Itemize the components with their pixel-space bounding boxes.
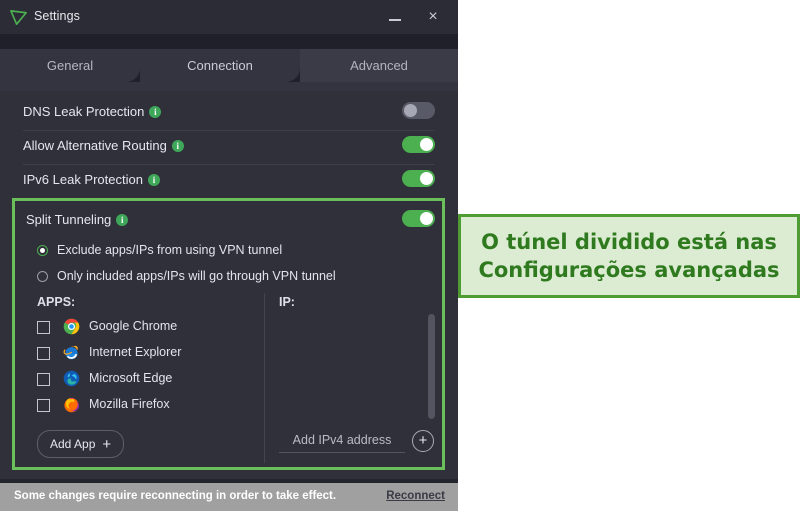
split-tunneling-label: Split Tunneling i bbox=[26, 212, 129, 227]
annotation-text: O túnel dividido está nas Configurações … bbox=[478, 229, 780, 282]
add-ipv4-plus-button[interactable]: + bbox=[412, 430, 434, 452]
radio-label-exclude: Exclude apps/IPs from using VPN tunnel bbox=[57, 243, 283, 257]
app-list-item[interactable]: Internet Explorer bbox=[37, 343, 247, 369]
radio-label-include-only: Only included apps/IPs will go through V… bbox=[57, 269, 336, 283]
tab-connection[interactable]: Connection bbox=[140, 49, 300, 82]
add-app-label: Add App bbox=[50, 437, 96, 451]
radio-button-icon bbox=[37, 271, 48, 282]
app-list-item[interactable]: Mozilla Firefox bbox=[37, 395, 247, 421]
checkbox-internet-explorer[interactable] bbox=[37, 347, 50, 360]
ip-list-scrollbar[interactable] bbox=[428, 314, 435, 422]
setting-label-allow-alternative-routing: Allow Alternative Routing i bbox=[23, 138, 184, 153]
toggle-split-tunneling[interactable] bbox=[402, 210, 435, 227]
tab-general[interactable]: General bbox=[0, 49, 140, 82]
ip-list-scrollbar-thumb[interactable] bbox=[428, 314, 435, 419]
app-label-microsoft-edge: Microsoft Edge bbox=[89, 371, 173, 385]
app-list-item[interactable]: Google Chrome bbox=[37, 317, 247, 343]
toggle-ipv6-leak-protection[interactable] bbox=[402, 170, 435, 187]
add-ipv4-address-input[interactable]: Add IPv4 address bbox=[279, 433, 405, 453]
minimize-icon bbox=[389, 19, 401, 21]
setting-row-dns-leak-protection[interactable]: DNS Leak Protection i bbox=[23, 97, 435, 130]
setting-label-dns-leak-protection: DNS Leak Protection i bbox=[23, 104, 162, 119]
toggle-knob bbox=[420, 138, 433, 151]
app-label-internet-explorer: Internet Explorer bbox=[89, 345, 182, 359]
tab-bar: General Connection Advanced bbox=[0, 49, 458, 82]
checkbox-google-chrome[interactable] bbox=[37, 321, 50, 334]
plus-icon: + bbox=[102, 436, 112, 453]
setting-label-ipv6-leak-protection: IPv6 Leak Protection i bbox=[23, 172, 160, 187]
setting-row-ipv6-leak-protection[interactable]: IPv6 Leak Protection i bbox=[23, 165, 435, 198]
info-icon[interactable]: i bbox=[147, 174, 160, 186]
ip-column-header: IP: bbox=[279, 295, 295, 309]
status-message: Some changes require reconnecting in ord… bbox=[14, 490, 337, 502]
info-icon[interactable]: i bbox=[171, 140, 184, 152]
checkbox-microsoft-edge[interactable] bbox=[37, 373, 50, 386]
app-list-item[interactable]: Microsoft Edge bbox=[37, 369, 247, 395]
reconnect-link[interactable]: Reconnect bbox=[386, 490, 445, 502]
split-tunneling-panel: Split Tunneling i Exclude apps/IPs from u… bbox=[12, 198, 445, 470]
info-icon[interactable]: i bbox=[116, 214, 129, 226]
checkbox-mozilla-firefox[interactable] bbox=[37, 399, 50, 412]
vpn-triangle-logo-icon bbox=[10, 9, 27, 26]
toggle-knob bbox=[420, 172, 433, 185]
minimize-button[interactable] bbox=[378, 0, 412, 34]
column-divider bbox=[264, 293, 265, 463]
title-bar: Settings × bbox=[0, 0, 458, 35]
edge-icon bbox=[63, 370, 80, 387]
toggle-allow-alternative-routing[interactable] bbox=[402, 136, 435, 153]
status-bar: Some changes require reconnecting in ord… bbox=[0, 483, 458, 511]
close-button[interactable]: × bbox=[416, 0, 450, 34]
add-app-button[interactable]: Add App + bbox=[37, 430, 125, 458]
app-label-mozilla-firefox: Mozilla Firefox bbox=[89, 397, 170, 411]
split-tunneling-header[interactable]: Split Tunneling i bbox=[26, 205, 435, 235]
setting-row-allow-alternative-routing[interactable]: Allow Alternative Routing i bbox=[23, 131, 435, 164]
apps-column-header: APPS: bbox=[37, 295, 76, 309]
annotation-callout: O túnel dividido está nas Configurações … bbox=[458, 214, 800, 298]
firefox-icon bbox=[64, 397, 80, 413]
toggle-knob bbox=[404, 104, 417, 117]
tab-underline bbox=[0, 82, 458, 91]
chrome-icon bbox=[63, 318, 80, 335]
add-ipv4-address-row[interactable]: Add IPv4 address + bbox=[279, 429, 435, 457]
window-title: Settings bbox=[34, 9, 80, 23]
settings-window: Settings × General Connection Advanced D… bbox=[0, 0, 458, 511]
internet-explorer-icon bbox=[63, 345, 78, 360]
titlebar-shadow-strip bbox=[0, 34, 458, 49]
toggle-dns-leak-protection[interactable] bbox=[402, 102, 435, 119]
tab-advanced[interactable]: Advanced bbox=[300, 49, 458, 82]
radio-button-selected-icon bbox=[37, 245, 48, 256]
app-label-google-chrome: Google Chrome bbox=[89, 319, 178, 333]
settings-content: DNS Leak Protection i Allow Alternative R… bbox=[0, 91, 458, 479]
toggle-knob bbox=[420, 212, 433, 225]
info-icon[interactable]: i bbox=[149, 106, 162, 118]
